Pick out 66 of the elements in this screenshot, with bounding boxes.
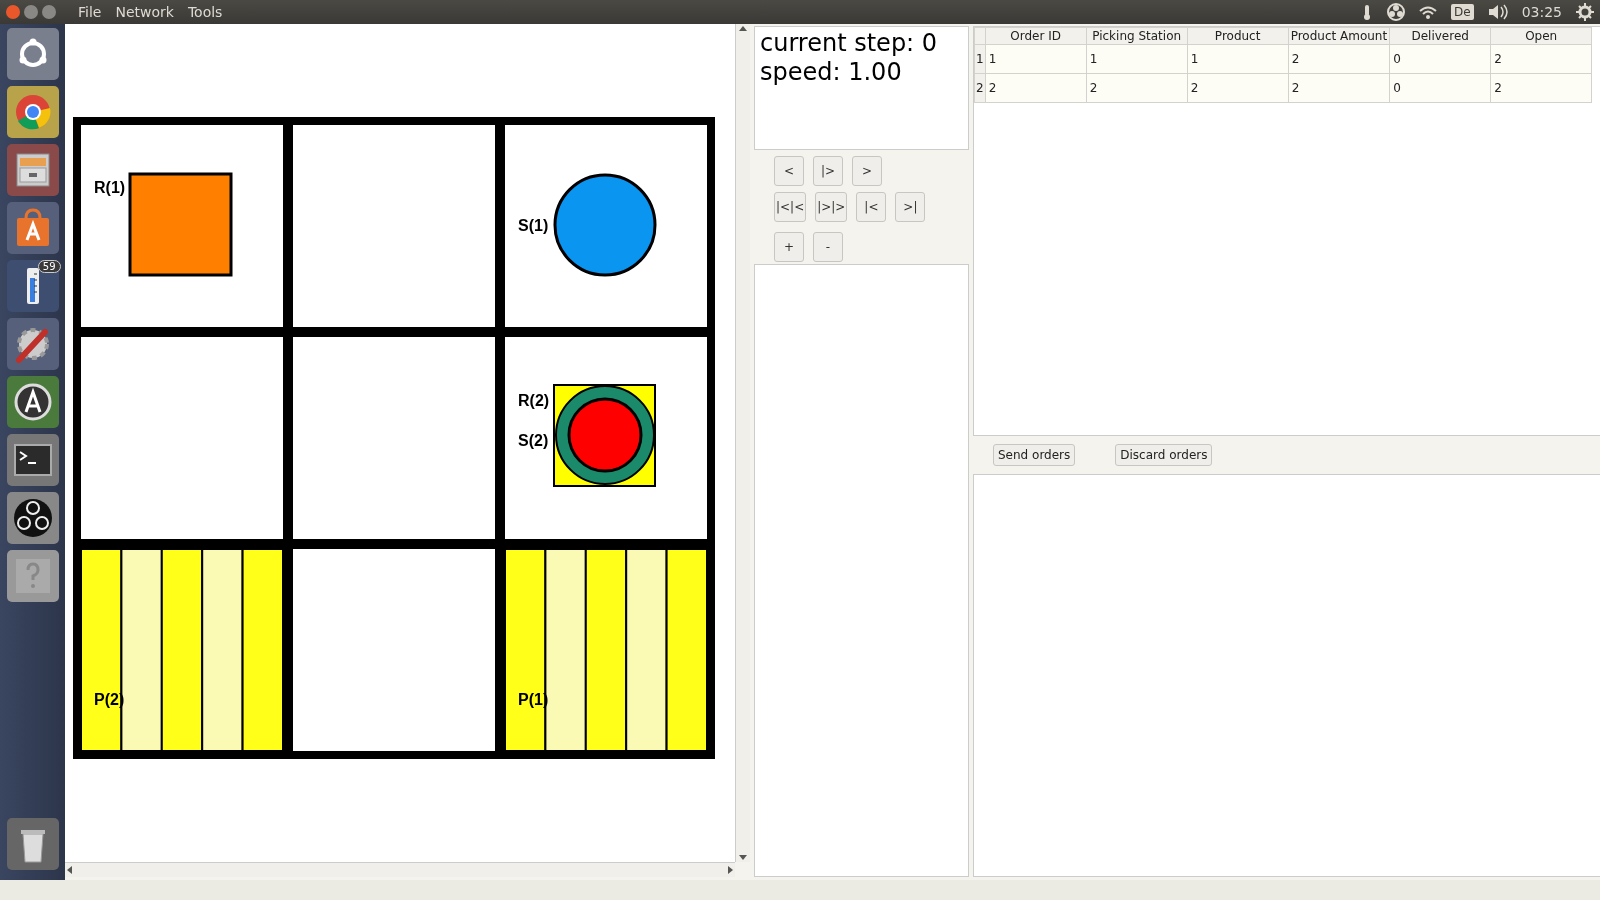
order-action-button[interactable]: Send orders: [993, 444, 1076, 466]
status-text: speed: 1.00: [760, 58, 903, 87]
step-control-button[interactable]: |<: [856, 192, 887, 222]
horizontal-scrollbar[interactable]: [65, 862, 735, 877]
cell-label: R(2): [518, 392, 550, 410]
order-action-button[interactable]: Discard orders: [1115, 444, 1213, 466]
scroll-up-arrow-icon: [738, 24, 748, 33]
table-cell: 1: [1086, 44, 1188, 74]
step-control-button[interactable]: >: [852, 156, 882, 186]
launcher-item[interactable]: [6, 376, 59, 428]
row-number: 2: [974, 73, 986, 103]
launcher-item[interactable]: [6, 144, 59, 196]
table-cell: 2: [1187, 73, 1289, 103]
table-cell: 2: [1288, 44, 1390, 74]
step-control-button[interactable]: >|: [895, 192, 926, 222]
table-cell: 1: [1187, 44, 1289, 74]
volume-icon: [1487, 3, 1508, 21]
launcher-item[interactable]: [6, 818, 59, 870]
scroll-down-arrow-icon: [738, 853, 748, 862]
thermometer-icon: [25, 267, 40, 305]
maximize-window-button[interactable]: [42, 5, 56, 19]
column-header[interactable]: Order ID: [985, 27, 1087, 45]
minimize-window-button[interactable]: [24, 5, 38, 19]
keyboard-layout-indicator[interactable]: De: [1451, 4, 1474, 20]
settings-icon: [1576, 3, 1594, 21]
cell-label: R(1): [94, 179, 126, 197]
table-cell: 2: [1288, 73, 1390, 103]
table-cell: 2: [1490, 73, 1592, 103]
menu-item[interactable]: Tools: [187, 4, 223, 20]
column-header[interactable]: Product: [1187, 27, 1289, 45]
cell-label: S(1): [518, 217, 549, 235]
thermometer-icon: [1361, 4, 1373, 20]
row-number: 1: [974, 44, 986, 74]
scroll-left-arrow-icon: [65, 865, 74, 875]
column-header[interactable]: Open: [1490, 27, 1592, 45]
vertical-scrollbar[interactable]: [735, 24, 750, 862]
launcher-item[interactable]: [6, 86, 59, 138]
column-header[interactable]: Delivered: [1389, 27, 1491, 45]
launcher-item[interactable]: [6, 28, 59, 80]
cell-label: S(2): [518, 432, 549, 450]
status-text: current step: 0: [760, 29, 939, 58]
menu-item[interactable]: Network: [115, 4, 174, 20]
launcher-item[interactable]: [6, 434, 59, 486]
table-cell: 0: [1389, 73, 1491, 103]
step-control-button[interactable]: |>: [813, 156, 843, 186]
launcher-item[interactable]: 59: [6, 260, 59, 312]
launcher-item[interactable]: [6, 318, 59, 370]
table-cell: 2: [1086, 73, 1188, 103]
close-window-button[interactable]: [6, 5, 20, 19]
step-control-button[interactable]: |>|>: [815, 192, 848, 222]
scroll-right-arrow-icon: [726, 865, 735, 875]
table-cell: 2: [1490, 44, 1592, 74]
step-control-button[interactable]: -: [813, 232, 843, 262]
step-control-button[interactable]: <: [774, 156, 804, 186]
step-control-button[interactable]: +: [774, 232, 804, 262]
notification-badge: 59: [37, 260, 61, 273]
clock[interactable]: 03:25: [1521, 4, 1562, 20]
column-header[interactable]: Picking Station: [1086, 27, 1188, 45]
menu-item[interactable]: File: [78, 4, 102, 20]
table-cell: 2: [985, 73, 1087, 103]
table-cell: 0: [1389, 44, 1491, 74]
table-cell: 1: [985, 44, 1087, 74]
launcher-item[interactable]: [6, 202, 59, 254]
wifi-icon: [1419, 5, 1437, 19]
step-control-button[interactable]: |<|<: [774, 192, 807, 222]
column-header[interactable]: Product Amount: [1288, 27, 1390, 45]
